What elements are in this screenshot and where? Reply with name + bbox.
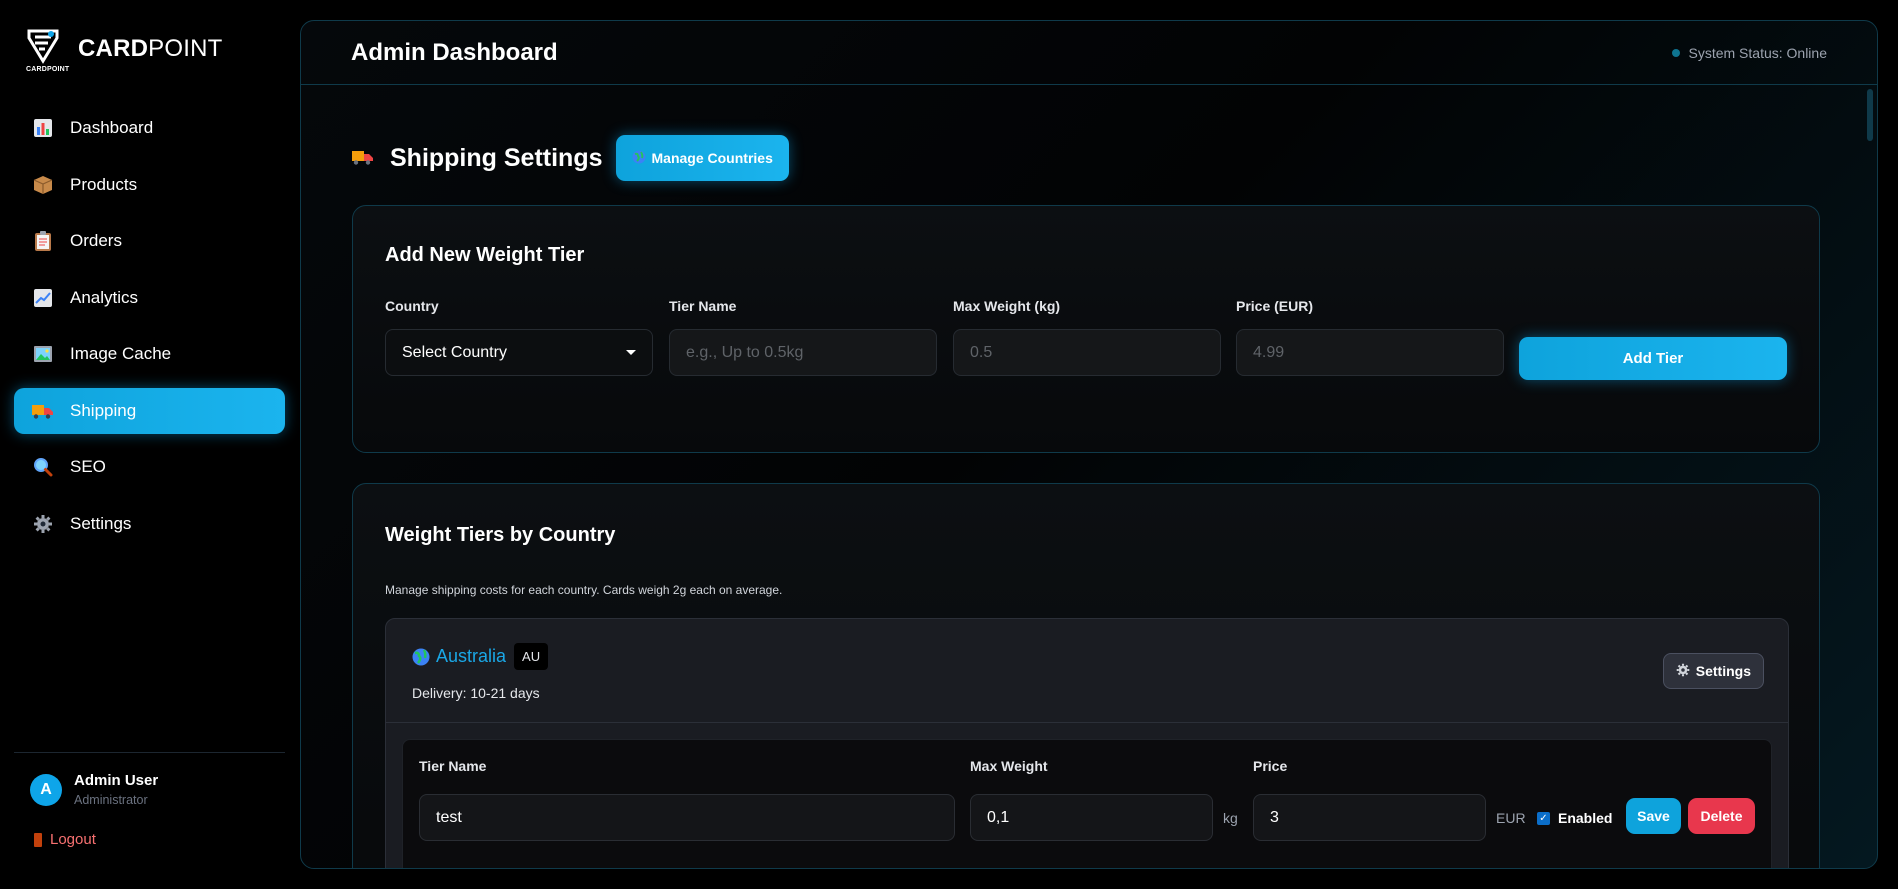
country-panel: Australia AU Delivery: 10-21 days Settin… bbox=[385, 618, 1789, 868]
truck-icon bbox=[352, 148, 376, 168]
tier-name-input[interactable] bbox=[669, 329, 937, 376]
delete-button[interactable]: Delete bbox=[1688, 798, 1755, 834]
sidebar-item-analytics[interactable]: Analytics bbox=[14, 275, 285, 321]
user-profile[interactable]: A Admin User Administrator bbox=[30, 772, 158, 807]
max-weight-input[interactable]: 0,1 bbox=[970, 794, 1213, 841]
clipboard-icon bbox=[32, 230, 54, 252]
user-role: Administrator bbox=[74, 793, 148, 807]
scrollbar-thumb[interactable] bbox=[1867, 89, 1873, 141]
add-tier-title: Add New Weight Tier bbox=[385, 244, 585, 266]
top-bar: Admin Dashboard System Status: Online bbox=[301, 21, 1877, 85]
max-weight-input[interactable] bbox=[953, 329, 1221, 376]
sidebar-item-settings[interactable]: Settings bbox=[14, 501, 285, 547]
sidebar-item-label: Shipping bbox=[70, 400, 137, 420]
sidebar-item-label: Analytics bbox=[70, 287, 139, 307]
status-text: System Status: Online bbox=[1688, 44, 1827, 61]
country-name[interactable]: Australia bbox=[436, 646, 506, 667]
manage-countries-button[interactable]: Manage Countries bbox=[615, 135, 789, 181]
main-panel: Admin Dashboard System Status: Online Sh… bbox=[300, 20, 1878, 869]
add-tier-button[interactable]: Add Tier bbox=[1519, 337, 1787, 380]
country-select-value: Select Country bbox=[402, 343, 507, 361]
enabled-toggle[interactable]: ✓ Enabled bbox=[1537, 810, 1612, 826]
max-weight-label: Max Weight (kg) bbox=[953, 298, 1061, 314]
sidebar-item-label: Dashboard bbox=[70, 118, 154, 137]
country-settings-button[interactable]: Settings bbox=[1662, 653, 1764, 689]
tier-name-label: Tier Name bbox=[669, 298, 737, 314]
globe-icon bbox=[632, 150, 646, 167]
chevron-down-icon bbox=[626, 350, 636, 355]
save-button[interactable]: Save bbox=[1626, 798, 1681, 834]
sidebar-item-label: Orders bbox=[70, 231, 122, 250]
tier-name-input[interactable]: test bbox=[419, 794, 955, 841]
logout-link[interactable]: Logout bbox=[34, 831, 96, 848]
sidebar: CARDPOINT CARDPOINT Dashboard Products O… bbox=[0, 0, 298, 889]
logout-label: Logout bbox=[50, 831, 96, 848]
avatar: A bbox=[30, 773, 62, 806]
sidebar-item-image-cache[interactable]: Image Cache bbox=[14, 331, 285, 377]
price-input[interactable]: 3 bbox=[1253, 794, 1486, 841]
sidebar-item-label: Image Cache bbox=[70, 344, 172, 363]
country-select[interactable]: Select Country bbox=[385, 329, 653, 376]
brand-mini-label: CARDPOINT bbox=[26, 66, 70, 73]
shield-logo-icon: CARDPOINT bbox=[26, 28, 70, 76]
weight-tiers-description: Manage shipping costs for each country. … bbox=[385, 583, 783, 597]
section-title: Shipping Settings bbox=[390, 143, 603, 172]
trend-chart-icon bbox=[32, 287, 54, 309]
weight-tiers-title: Weight Tiers by Country bbox=[385, 524, 616, 546]
weight-unit: kg bbox=[1223, 810, 1238, 826]
magnifier-icon bbox=[32, 456, 54, 478]
status-dot-icon bbox=[1672, 48, 1681, 57]
tier-name-field: Tier Name bbox=[669, 298, 937, 376]
manage-countries-label: Manage Countries bbox=[651, 150, 773, 166]
sidebar-item-orders[interactable]: Orders bbox=[14, 218, 285, 264]
price-label: Price (EUR) bbox=[1236, 298, 1314, 314]
sidebar-item-label: SEO bbox=[70, 457, 106, 476]
gear-icon bbox=[1676, 663, 1690, 680]
price-input[interactable] bbox=[1236, 329, 1504, 376]
enabled-label: Enabled bbox=[1558, 810, 1613, 826]
price-label: Price bbox=[1253, 758, 1288, 774]
settings-label: Settings bbox=[1695, 663, 1751, 679]
gear-icon bbox=[32, 513, 54, 535]
content-area: Shipping Settings Manage Countries Add N… bbox=[352, 135, 1820, 868]
max-weight-field: Max Weight (kg) bbox=[953, 298, 1221, 376]
max-weight-label: Max Weight bbox=[970, 758, 1048, 774]
sidebar-item-shipping[interactable]: Shipping bbox=[14, 387, 285, 434]
sidebar-item-label: Settings bbox=[70, 513, 132, 533]
chart-icon bbox=[32, 117, 54, 139]
globe-icon bbox=[412, 648, 430, 666]
tier-name-label: Tier Name bbox=[419, 758, 487, 774]
brand-name: CARDPOINT bbox=[78, 35, 223, 62]
currency-unit: EUR bbox=[1496, 810, 1526, 826]
weight-tiers-card: Weight Tiers by Country Manage shipping … bbox=[352, 483, 1820, 868]
country-field: Country Select Country bbox=[385, 298, 653, 376]
sidebar-item-products[interactable]: Products bbox=[14, 162, 285, 208]
add-tier-card: Add New Weight Tier Country Select Count… bbox=[352, 205, 1820, 453]
truck-icon bbox=[32, 400, 54, 422]
tier-row: Tier Name Max Weight Price test 0,1 kg 3… bbox=[402, 739, 1772, 868]
package-icon bbox=[32, 174, 54, 196]
picture-icon bbox=[32, 343, 54, 365]
section-header: Shipping Settings Manage Countries bbox=[352, 135, 1820, 181]
brand-logo[interactable]: CARDPOINT CARDPOINT bbox=[26, 28, 222, 76]
user-name: Admin User bbox=[74, 772, 159, 789]
page-title: Admin Dashboard bbox=[351, 38, 558, 66]
country-header: Australia AU Delivery: 10-21 days Settin… bbox=[386, 619, 1788, 723]
sidebar-item-seo[interactable]: SEO bbox=[14, 444, 285, 490]
system-status: System Status: Online bbox=[1672, 45, 1827, 61]
door-icon bbox=[34, 832, 42, 847]
sidebar-item-label: Products bbox=[70, 174, 138, 194]
country-code-badge: AU bbox=[514, 643, 549, 670]
country-label: Country bbox=[385, 298, 439, 314]
sidebar-item-dashboard[interactable]: Dashboard bbox=[14, 105, 285, 151]
price-field: Price (EUR) bbox=[1236, 298, 1504, 376]
sidebar-nav: Dashboard Products Orders Analytics Imag… bbox=[14, 105, 285, 557]
checkbox-checked-icon[interactable]: ✓ bbox=[1537, 811, 1550, 825]
delivery-time: Delivery: 10-21 days bbox=[412, 685, 540, 701]
sidebar-divider bbox=[14, 752, 285, 753]
